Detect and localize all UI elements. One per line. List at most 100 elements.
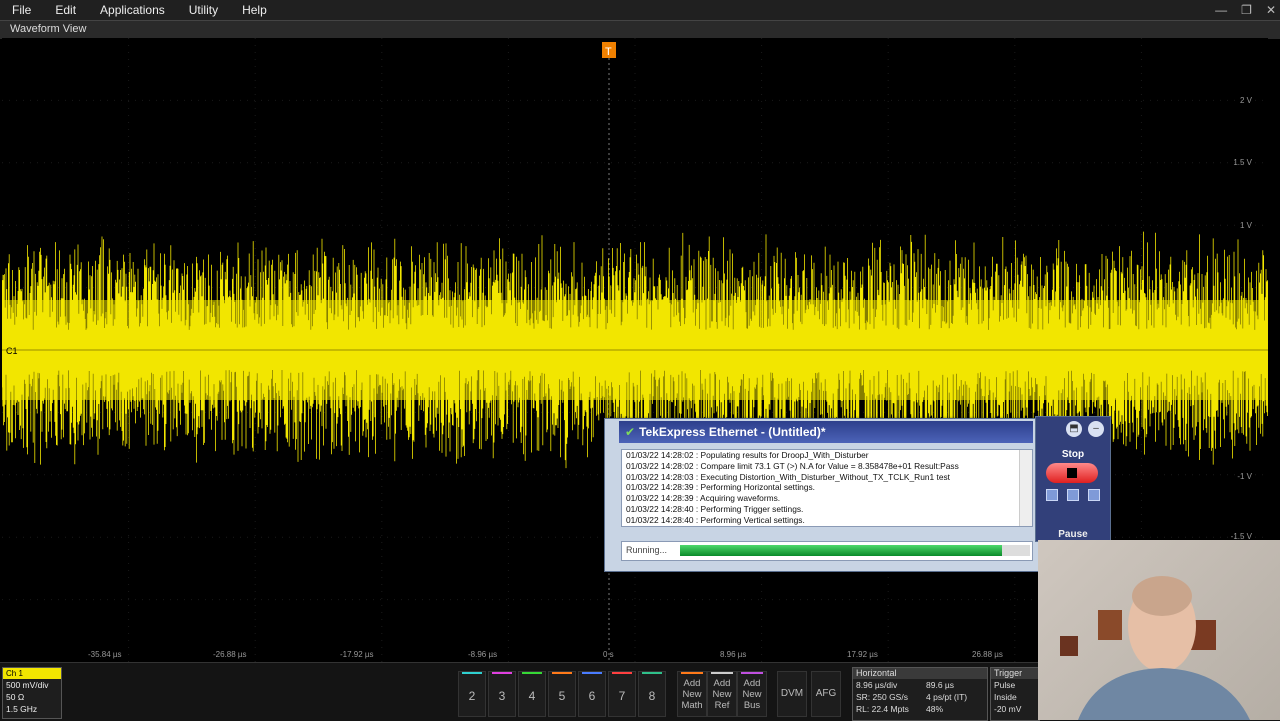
sample-rate: SR: 250 GS/s bbox=[856, 692, 908, 702]
channel-color-strip bbox=[462, 672, 482, 674]
channel-4-button[interactable]: 4 bbox=[518, 671, 546, 717]
tekexpress-dialog: ✔ TekExpress Ethernet - (Untitled)* 01/03… bbox=[604, 418, 1040, 572]
channel-5-button[interactable]: 5 bbox=[548, 671, 576, 717]
channel-label: 7 bbox=[618, 689, 626, 703]
h-axis-label: 17.92 µs bbox=[847, 650, 878, 659]
trigger-badge[interactable]: Trigger Pulse Inside -20 mV bbox=[990, 667, 1040, 721]
horizontal-badge[interactable]: Horizontal 8.96 µs/div 89.6 µs SR: 250 GS… bbox=[852, 667, 988, 721]
horizontal-row: RL: 22.4 Mpts 48% bbox=[853, 703, 987, 715]
horizontal-position: 89.6 µs bbox=[926, 680, 955, 690]
stop-button[interactable] bbox=[1046, 463, 1098, 483]
add-line1: Add bbox=[743, 678, 761, 689]
add-color-strip bbox=[681, 672, 703, 674]
webcam-overlay bbox=[1038, 540, 1280, 720]
h-axis-label: -8.96 µs bbox=[468, 650, 498, 659]
channel-3-button[interactable]: 3 bbox=[488, 671, 516, 717]
waveform-view-header: Waveform View bbox=[0, 20, 1280, 50]
trigger-condition: Inside bbox=[994, 692, 1017, 702]
close-icon[interactable]: ✕ bbox=[1266, 3, 1276, 17]
pause-button[interactable]: Pause bbox=[1036, 529, 1110, 540]
log-line: 01/03/22 14:28:40 : Performing Vertical … bbox=[626, 514, 805, 525]
maximize-icon[interactable]: ⬒ bbox=[1066, 421, 1082, 437]
channel-label: 5 bbox=[558, 689, 566, 703]
minimize-icon[interactable]: — bbox=[1215, 3, 1227, 17]
channel-6-button[interactable]: 6 bbox=[578, 671, 606, 717]
menu-help[interactable]: Help bbox=[230, 3, 279, 17]
horizontal-row: 8.96 µs/div 89.6 µs bbox=[853, 679, 987, 691]
add-line3: Ref bbox=[714, 700, 730, 711]
channel-color-strip bbox=[642, 672, 662, 674]
option-button[interactable] bbox=[1067, 489, 1079, 501]
channel-label: 3 bbox=[498, 689, 506, 703]
progress-bar bbox=[680, 545, 1030, 556]
channel-8-button[interactable]: 8 bbox=[638, 671, 666, 717]
menu-edit[interactable]: Edit bbox=[43, 3, 88, 17]
channel-label: 8 bbox=[648, 689, 656, 703]
webcam-presenter-image bbox=[1060, 576, 1250, 720]
waveform-view-title: Waveform View bbox=[10, 23, 87, 35]
horizontal-row: SR: 250 GS/s 4 ps/pt (IT) bbox=[853, 691, 987, 703]
add-line3: Math bbox=[681, 700, 703, 711]
channel-color-strip bbox=[582, 672, 602, 674]
trigger-level: -20 mV bbox=[994, 704, 1022, 714]
channel-label: 6 bbox=[588, 689, 596, 703]
channel-color-strip bbox=[492, 672, 512, 674]
log-line: 01/03/22 14:28:39 : Acquiring waveforms. bbox=[626, 493, 781, 504]
add-color-strip bbox=[741, 672, 763, 674]
dvm-button[interactable]: DVM bbox=[777, 671, 807, 717]
minimize-icon[interactable]: – bbox=[1088, 421, 1104, 437]
log-line: 01/03/22 14:28:02 : Populating results f… bbox=[626, 450, 869, 460]
h-axis-label: -35.84 µs bbox=[88, 650, 122, 659]
v-axis-label: 2 V bbox=[1239, 96, 1252, 105]
log-line: 01/03/22 14:28:40 : Performing Trigger s… bbox=[626, 503, 804, 514]
add-new-math-button[interactable]: Add New Math bbox=[677, 671, 707, 717]
channel-color-strip bbox=[552, 672, 572, 674]
menu-file[interactable]: File bbox=[0, 3, 43, 17]
progress-fill bbox=[680, 545, 1002, 556]
tekexpress-status: Running... bbox=[621, 541, 1033, 561]
add-new-bus-button[interactable]: Add New Bus bbox=[737, 671, 767, 717]
menu-bar: File Edit Applications Utility Help — ❐ … bbox=[0, 0, 1280, 20]
log-scrollbar[interactable] bbox=[1019, 450, 1032, 526]
option-button[interactable] bbox=[1046, 489, 1058, 501]
status-label: Running... bbox=[626, 545, 668, 555]
ch1-bandwidth: 1.5 GHz bbox=[6, 704, 38, 714]
channel-color-strip bbox=[522, 672, 542, 674]
h-axis-label: 26.88 µs bbox=[972, 650, 1003, 659]
ch1-badge[interactable]: Ch 1 500 mV/div 50 Ω 1.5 GHz bbox=[2, 667, 62, 719]
h-axis-label: -17.92 µs bbox=[340, 650, 374, 659]
v-axis-label: -1 V bbox=[1237, 472, 1252, 481]
add-line1: Add bbox=[683, 678, 701, 689]
menu-applications[interactable]: Applications bbox=[88, 3, 177, 17]
h-axis-label: -26.88 µs bbox=[213, 650, 247, 659]
channel-2-button[interactable]: 2 bbox=[458, 671, 486, 717]
h-axis-label: 0 s bbox=[603, 650, 614, 659]
channel-7-button[interactable]: 7 bbox=[608, 671, 636, 717]
afg-button[interactable]: AFG bbox=[811, 671, 841, 717]
channel-label: 4 bbox=[528, 689, 536, 703]
checkmark-icon: ✔ bbox=[625, 425, 636, 439]
tekexpress-controls: ⬒ – Stop Pause bbox=[1035, 416, 1111, 542]
restore-icon[interactable]: ❐ bbox=[1241, 3, 1252, 17]
ch1-scale: 500 mV/div bbox=[6, 680, 49, 690]
channel-color-strip bbox=[612, 672, 632, 674]
record-pct: 48% bbox=[926, 704, 944, 714]
menu-utility[interactable]: Utility bbox=[177, 3, 230, 17]
log-line: 01/03/22 14:28:39 : Performing Horizonta… bbox=[626, 482, 816, 493]
trigger-type: Pulse bbox=[994, 680, 1016, 690]
tekexpress-log: 01/03/22 14:28:02 : Populating results f… bbox=[621, 449, 1033, 527]
pt-rate: 4 ps/pt (IT) bbox=[926, 692, 968, 702]
add-new-ref-button[interactable]: Add New Ref bbox=[707, 671, 737, 717]
stop-label: Stop bbox=[1061, 449, 1085, 460]
add-line3: Bus bbox=[743, 700, 761, 711]
option-button[interactable] bbox=[1088, 489, 1100, 501]
channel-label: 2 bbox=[468, 689, 476, 703]
trigger-title: Trigger bbox=[991, 668, 1039, 679]
tekexpress-titlebar[interactable]: ✔ TekExpress Ethernet - (Untitled)* bbox=[619, 421, 1033, 443]
ch1-marker-label: C1 bbox=[6, 346, 18, 356]
h-axis-label: 8.96 µs bbox=[720, 650, 747, 659]
tekexpress-title: TekExpress Ethernet - (Untitled)* bbox=[639, 425, 826, 439]
add-color-strip bbox=[711, 672, 733, 674]
window-controls: — ❐ ✕ bbox=[1215, 0, 1276, 20]
horizontal-scale: 8.96 µs/div bbox=[856, 680, 898, 690]
